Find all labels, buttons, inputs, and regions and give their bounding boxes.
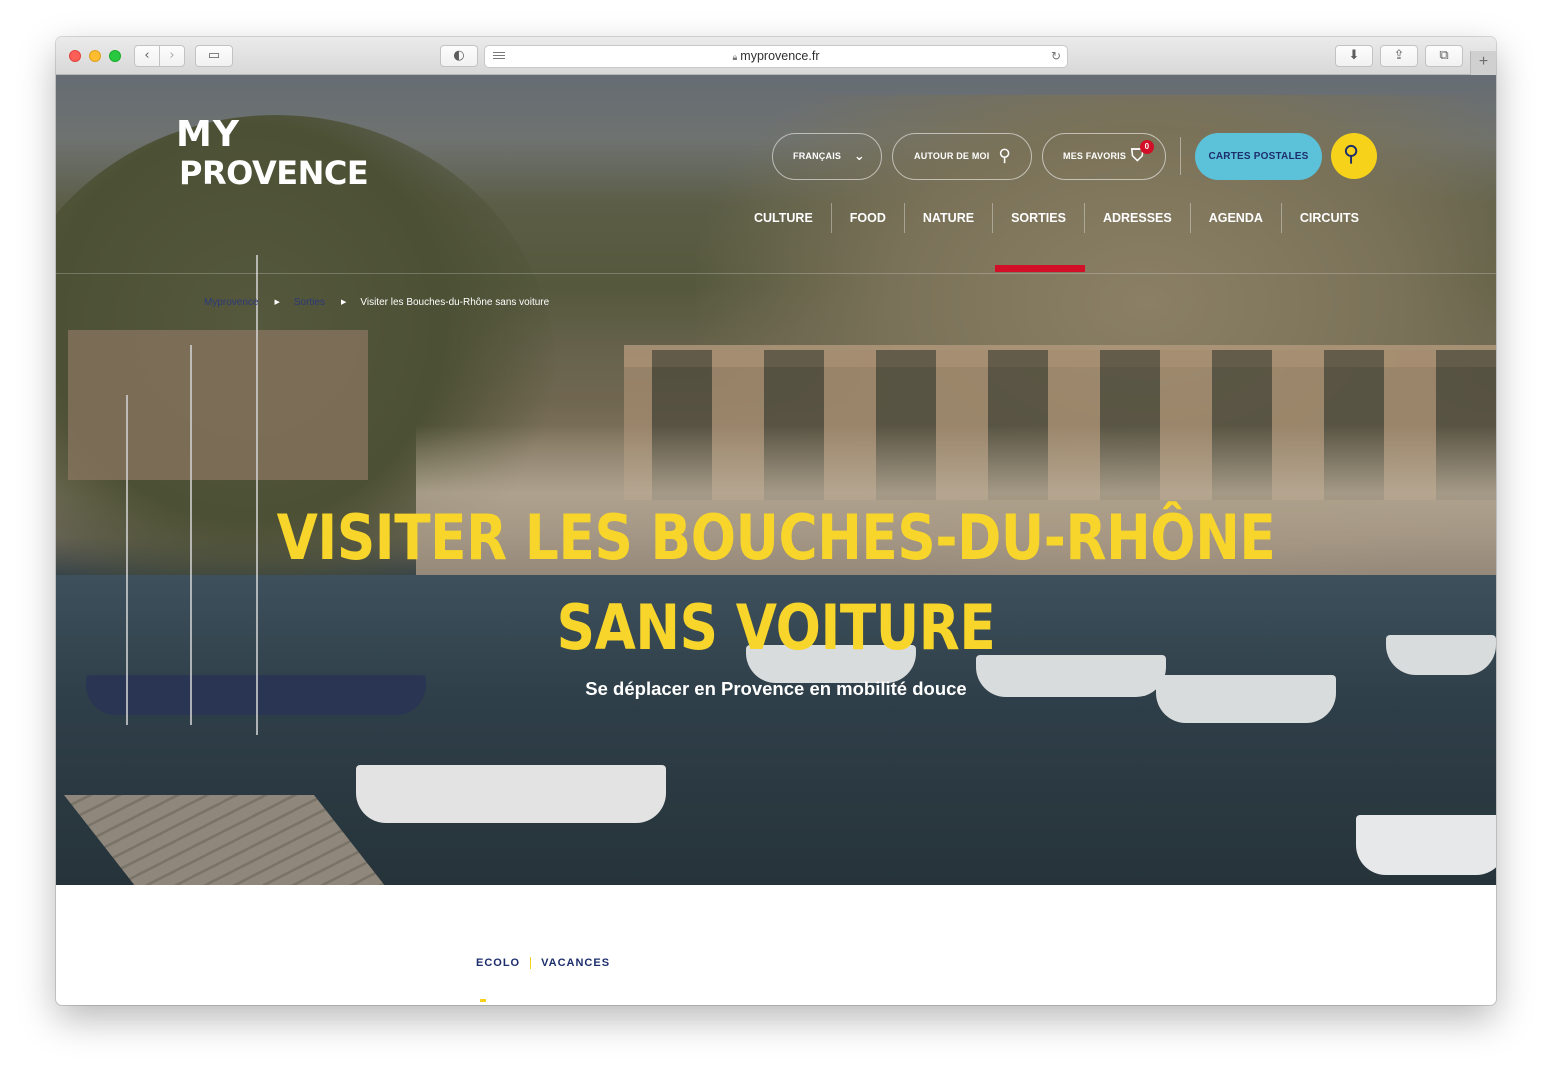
search-button[interactable]: ⚲	[1331, 133, 1377, 179]
breadcrumb-home[interactable]: Myprovence	[204, 297, 258, 308]
nav-item-food[interactable]: FOOD	[832, 203, 905, 233]
breadcrumb-current: Visiter les Bouches-du-Rhône sans voitur…	[360, 296, 550, 308]
tag-ecolo[interactable]: ECOLO	[476, 957, 520, 969]
hero-photo-viaduct-left	[68, 330, 368, 480]
nav-item-adresses[interactable]: ADRESSES	[1085, 203, 1191, 233]
zoom-window-button[interactable]	[109, 50, 121, 62]
browser-window: ‹ › ▭ ◐ 🔒︎ myprovence.fr ↻ ⬇ ⇪ ⧉ + MY PR…	[56, 37, 1496, 1005]
chevron-right-icon: ›	[169, 48, 175, 63]
reload-icon[interactable]: ↻	[1051, 46, 1061, 67]
tag-separator	[530, 957, 532, 969]
new-tab-button[interactable]: +	[1470, 51, 1496, 75]
article-tags: ECOLO VACANCES	[476, 957, 610, 969]
site-logo[interactable]: MY PROVENCE	[176, 114, 369, 197]
tag-vacances[interactable]: VACANCES	[541, 957, 610, 969]
logo-my: MY	[176, 114, 240, 155]
hero-photo-mast	[190, 345, 192, 725]
search-icon: ⚲	[1343, 142, 1360, 167]
favorites-count-badge: 0	[1140, 140, 1154, 154]
hero-photo-boat	[356, 765, 666, 823]
privacy-report-button[interactable]: ◐	[440, 45, 478, 67]
page-title-line-2: sans voiture	[556, 591, 996, 664]
lock-icon: 🔒︎	[732, 53, 738, 63]
sidebar-toggle-button[interactable]: ▭	[195, 45, 233, 67]
breadcrumb-separator-icon: ▶	[340, 299, 347, 306]
logo-provence: PROVENCE	[179, 154, 369, 192]
share-icon: ⇪	[1393, 48, 1405, 63]
postcards-button[interactable]: CARTES POSTALES	[1195, 133, 1322, 180]
language-label: FRANÇAIS	[793, 151, 842, 161]
sidebar-icon: ▭	[207, 48, 221, 63]
close-window-button[interactable]	[69, 50, 81, 62]
language-selector[interactable]: FRANÇAIS ⌄	[772, 133, 882, 180]
favorites-label: MES FAVORIS	[1063, 151, 1127, 161]
nav-item-nature[interactable]: NATURE	[905, 203, 994, 233]
chevron-left-icon: ‹	[144, 48, 150, 63]
breadcrumb-separator-icon: ▶	[274, 299, 280, 306]
address-bar[interactable]: 🔒︎ myprovence.fr ↻	[484, 45, 1068, 68]
url-text: 🔒︎ myprovence.fr	[732, 49, 820, 63]
breadcrumb-section[interactable]: Sorties	[294, 297, 325, 308]
downloads-button[interactable]: ⬇	[1335, 45, 1373, 67]
forward-button[interactable]: ›	[159, 45, 185, 67]
page-subtitle: Se déplacer en Provence en mobilité douc…	[585, 678, 967, 699]
hero-photo-boat	[1356, 815, 1496, 875]
near-me-button[interactable]: AUTOUR DE MOI ⚲	[892, 133, 1032, 180]
share-button[interactable]: ⇪	[1380, 45, 1418, 67]
breadcrumb: Myprovence ▶ Sorties ▶ Visiter les Bouch…	[204, 294, 549, 310]
location-pin-icon: ⚲	[998, 146, 1011, 166]
favorites-button[interactable]: MES FAVORIS ⛉ 0	[1042, 133, 1166, 180]
tabs-icon: ⧉	[1439, 48, 1449, 63]
nav-item-culture[interactable]: CULTURE	[736, 203, 832, 233]
chevron-down-icon: ⌄	[853, 149, 865, 164]
nav-item-circuits[interactable]: CIRCUITS	[1282, 203, 1377, 233]
browser-toolbar: ‹ › ▭ ◐ 🔒︎ myprovence.fr ↻ ⬇ ⇪ ⧉ +	[56, 37, 1496, 75]
tab-overview-button[interactable]: ⧉	[1425, 45, 1463, 67]
download-icon: ⬇	[1348, 48, 1360, 63]
nav-item-agenda[interactable]: AGENDA	[1191, 203, 1282, 233]
main-navigation: CULTURE FOOD NATURE SORTIES ADRESSES AGE…	[736, 203, 1377, 233]
near-me-label: AUTOUR DE MOI	[914, 151, 990, 161]
content-accent-mark	[480, 999, 486, 1002]
minimize-window-button[interactable]	[89, 50, 101, 62]
shield-icon: ◐	[453, 48, 465, 63]
hero-photo-boat	[1386, 635, 1496, 675]
header-rule	[56, 273, 1496, 274]
page-title: Visiter les Bouches-du-Rhône sans voitur…	[208, 493, 1343, 673]
hero-banner: MY PROVENCE FRANÇAIS ⌄ AUTOUR DE MOI ⚲ M…	[56, 75, 1496, 885]
nav-active-indicator	[995, 265, 1085, 272]
nav-item-sorties[interactable]: SORTIES	[993, 203, 1085, 233]
page-title-line-1: Visiter les Bouches-du-Rhône	[276, 501, 1276, 574]
header-divider	[1180, 137, 1181, 175]
back-button[interactable]: ‹	[134, 45, 160, 67]
